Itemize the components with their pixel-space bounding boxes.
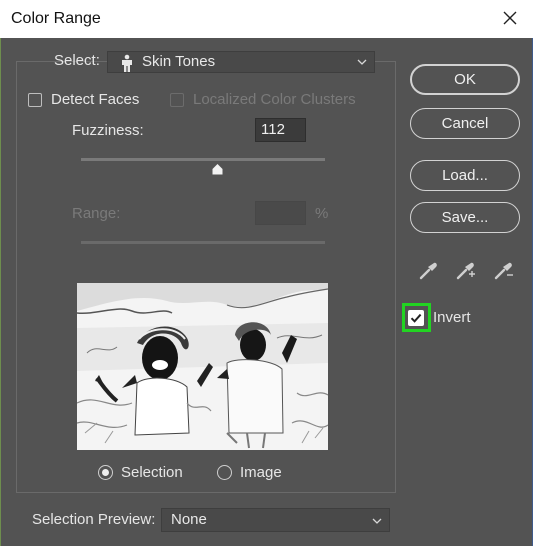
load-button[interactable]: Load... [410,160,520,191]
select-value: Skin Tones [142,53,216,70]
range-unit-label: % [315,205,329,222]
fuzziness-slider-track[interactable] [81,158,325,161]
selection-radio-label: Selection [121,464,183,481]
checkmark-icon [410,313,422,323]
radio-selected-dot [102,469,109,476]
chevron-down-icon [357,59,367,65]
range-slider-track[interactable] [81,241,325,244]
invert-checkbox[interactable] [408,310,424,326]
eyedropper-icon[interactable] [418,259,440,281]
fuzziness-input[interactable]: 112 [255,118,306,142]
select-label: Select: [54,52,100,69]
image-radio[interactable] [217,465,232,480]
chevron-down-icon [372,518,382,524]
selection-radio[interactable] [98,465,113,480]
close-button[interactable] [499,6,521,30]
detect-faces-label: Detect Faces [51,91,140,108]
eyedropper-subtract-icon[interactable] [493,259,515,281]
selection-preview-label: Selection Preview: [32,511,156,528]
image-radio-label: Image [240,464,282,481]
invert-label: Invert [433,309,471,326]
range-input[interactable] [255,201,306,225]
person-icon [122,54,132,72]
window-title: Color Range [11,10,101,27]
fuzziness-label: Fuzziness: [72,122,144,139]
detect-faces-checkbox[interactable] [28,93,42,107]
close-icon [503,11,517,25]
localized-color-clusters-label: Localized Color Clusters [193,91,356,108]
range-label: Range: [72,205,121,222]
cancel-button[interactable]: Cancel [410,108,520,139]
save-button[interactable]: Save... [410,202,520,233]
preview-mask-picture [77,283,328,450]
localized-color-clusters-checkbox[interactable] [170,93,184,107]
ok-button[interactable]: OK [410,64,520,95]
window-edge-left [0,38,1,546]
fuzziness-slider-thumb[interactable] [211,163,224,176]
eyedropper-add-icon[interactable] [455,259,477,281]
title-bar: Color Range [0,0,533,38]
selection-preview-dropdown[interactable]: None [161,508,390,532]
select-dropdown[interactable]: Skin Tones [107,51,375,73]
selection-preview-image [77,283,328,450]
selection-preview-value: None [171,511,207,528]
